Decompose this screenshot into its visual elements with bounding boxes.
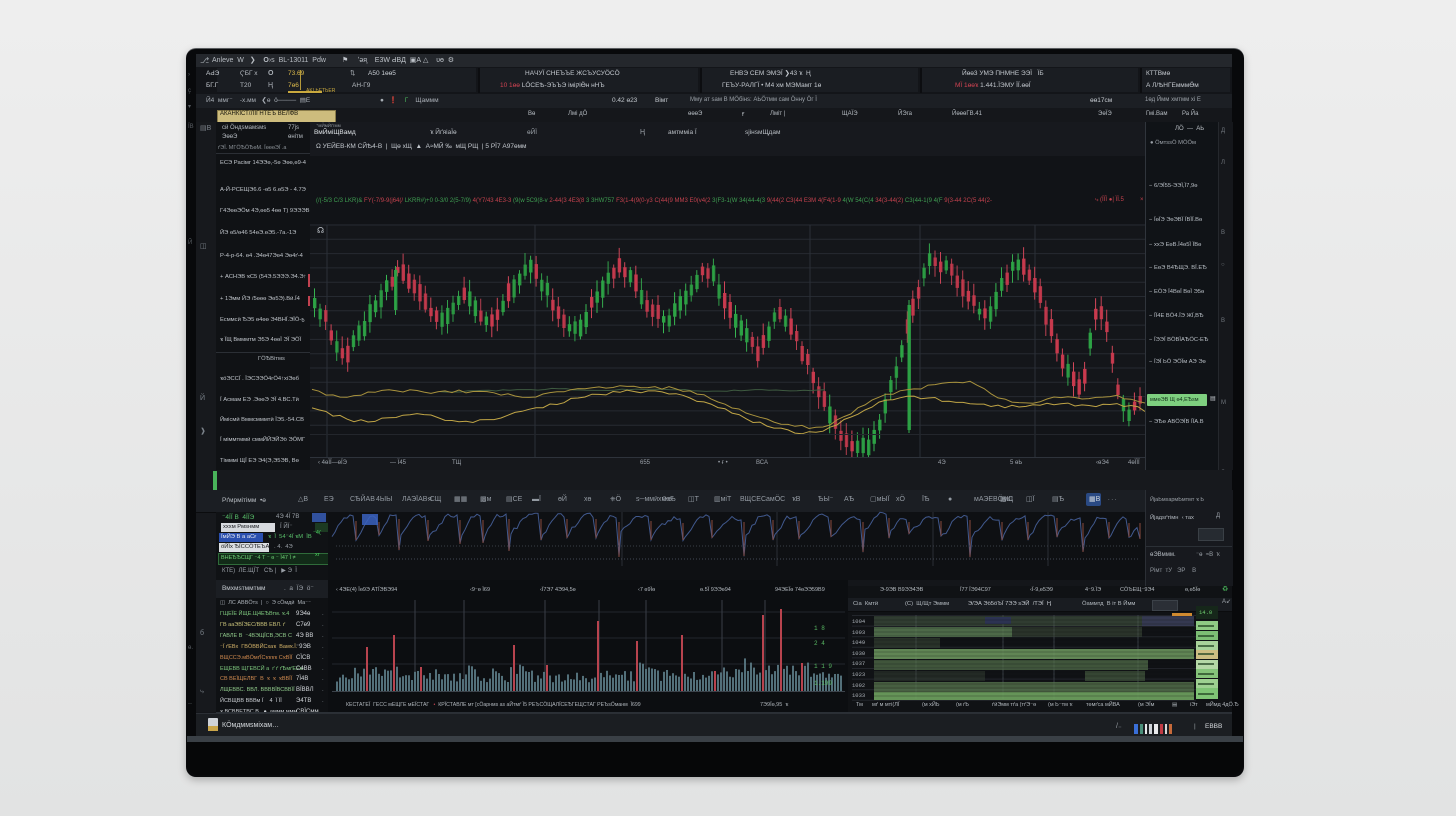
svg-text:1033: 1033 [852, 692, 865, 699]
svg-text:1.199: 1.199 [814, 680, 832, 687]
svg-text:1037: 1037 [852, 660, 865, 667]
svg-text:1 8: 1 8 [814, 625, 825, 632]
svg-text:14.0: 14.0 [1199, 609, 1212, 616]
svg-text:1092: 1092 [852, 682, 865, 689]
svg-text:1004: 1004 [852, 618, 866, 625]
svg-text:1049: 1049 [852, 639, 865, 646]
svg-text:1093: 1093 [852, 629, 865, 636]
svg-text:1023: 1023 [852, 671, 865, 678]
svg-text:1030: 1030 [852, 650, 865, 657]
svg-text:1 1 9: 1 1 9 [814, 663, 832, 670]
svg-text:2 4: 2 4 [814, 640, 825, 647]
